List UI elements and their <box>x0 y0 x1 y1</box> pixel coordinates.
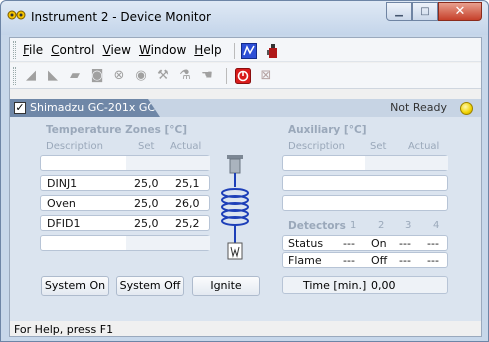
detectors-title: Detectors <box>288 220 346 232</box>
toolbar: ◢ ◣ ▰ ◙ ⊗ ◉ ⚒ ⚗ ☚ ⊠ <box>10 63 481 89</box>
close-button[interactable]: ✕ <box>438 2 482 21</box>
temperature-title: Temperature Zones [°C] <box>46 124 188 136</box>
network-icon[interactable]: ⊠ <box>259 69 273 83</box>
minimize-button[interactable]: ▁ <box>386 2 412 21</box>
temp-row-oven[interactable]: Oven 25,0 26,0 <box>40 195 210 211</box>
status-bar: For Help, press F1 <box>14 323 114 336</box>
gc-column-diagram-icon <box>221 155 249 260</box>
temp-col-actual: Actual <box>170 141 202 152</box>
menu-bar: File Control View Window Help <box>10 38 481 62</box>
title-bar[interactable]: Instrument 2 - Device Monitor ▁ □ ✕ <box>1 1 488 35</box>
instrument-icon[interactable] <box>265 43 281 59</box>
detector-flame-row[interactable]: Flame --- Off --- --- <box>282 252 448 268</box>
temp-row-dfid1[interactable]: DFID1 25,0 25,2 <box>40 215 210 231</box>
status-led-icon <box>460 102 473 115</box>
temp-row-dinj1[interactable]: DINJ1 25,0 25,1 <box>40 175 210 191</box>
instrument-tab[interactable]: ✓ Shimadzu GC-201x GC 1 <box>10 99 160 117</box>
minimize-icon: ▁ <box>395 6 403 17</box>
inject-icon[interactable]: ◣ <box>46 69 60 83</box>
record-icon[interactable]: ◉ <box>134 69 148 83</box>
aux-col-set: Set <box>370 141 387 152</box>
emergency-stop-icon[interactable] <box>235 68 251 84</box>
tool-icon[interactable]: ⚒ <box>156 69 170 83</box>
time-label: Time [min.] <box>303 279 367 292</box>
aux-row-2[interactable] <box>282 195 448 211</box>
menu-control[interactable]: Control <box>51 43 94 59</box>
ignite-button[interactable]: Ignite <box>192 276 260 296</box>
instrument-checkbox[interactable]: ✓ <box>14 102 26 114</box>
menu-file[interactable]: File <box>23 43 43 59</box>
menu-view[interactable]: View <box>102 43 130 59</box>
load-sample-icon[interactable]: ◢ <box>24 69 38 83</box>
instrument-panel: ✓ Shimadzu GC-201x GC 1 Not Ready Temper… <box>10 99 481 321</box>
temp-row-4[interactable] <box>40 235 210 251</box>
system-off-button[interactable]: System Off <box>116 276 184 296</box>
pump-icon[interactable]: ▰ <box>68 69 82 83</box>
detector-col-1: 1 <box>350 220 357 231</box>
detector-col-2: 2 <box>378 220 385 231</box>
detector-col-3: 3 <box>405 220 412 231</box>
menu-separator <box>233 43 235 59</box>
chart-report-icon[interactable] <box>240 43 257 59</box>
menu-help[interactable]: Help <box>194 43 221 59</box>
app-window: Instrument 2 - Device Monitor ▁ □ ✕ File… <box>0 0 489 342</box>
app-icon <box>7 10 26 20</box>
menu-grip[interactable] <box>13 41 16 59</box>
status-text: Not Ready <box>390 101 447 114</box>
client-area: File Control View Window Help ◢ ◣ ▰ ◙ ⊗ … <box>9 37 482 337</box>
aux-col-description: Description <box>288 141 345 152</box>
temp-row-0[interactable] <box>40 155 210 171</box>
panel-header: ✓ Shimadzu GC-201x GC 1 Not Ready <box>10 99 481 117</box>
system-on-button[interactable]: System On <box>41 276 109 296</box>
time-field: Time [min.] 0,00 <box>282 276 448 294</box>
auxiliary-title: Auxiliary [°C] <box>288 124 367 136</box>
aux-col-actual: Actual <box>408 141 440 152</box>
toolbar-separator <box>226 68 227 84</box>
temp-col-description: Description <box>46 141 103 152</box>
time-value: 0,00 <box>371 279 396 292</box>
detector-col-4: 4 <box>433 220 440 231</box>
aux-row-0[interactable] <box>282 155 448 171</box>
flask-icon[interactable]: ⚗ <box>178 69 192 83</box>
stop-icon[interactable]: ⊗ <box>112 69 126 83</box>
toolbar-grip[interactable] <box>13 67 16 85</box>
maximize-button[interactable]: □ <box>412 2 438 21</box>
close-icon: ✕ <box>454 4 466 19</box>
menu-window[interactable]: Window <box>139 43 186 59</box>
window-title: Instrument 2 - Device Monitor <box>31 10 211 24</box>
camera-icon[interactable]: ◙ <box>90 69 104 83</box>
hand-icon[interactable]: ☚ <box>200 69 214 83</box>
maximize-icon: □ <box>420 6 430 17</box>
aux-row-1[interactable] <box>282 175 448 191</box>
detector-status-row[interactable]: Status --- On --- --- <box>282 235 448 251</box>
temp-col-set: Set <box>138 141 155 152</box>
